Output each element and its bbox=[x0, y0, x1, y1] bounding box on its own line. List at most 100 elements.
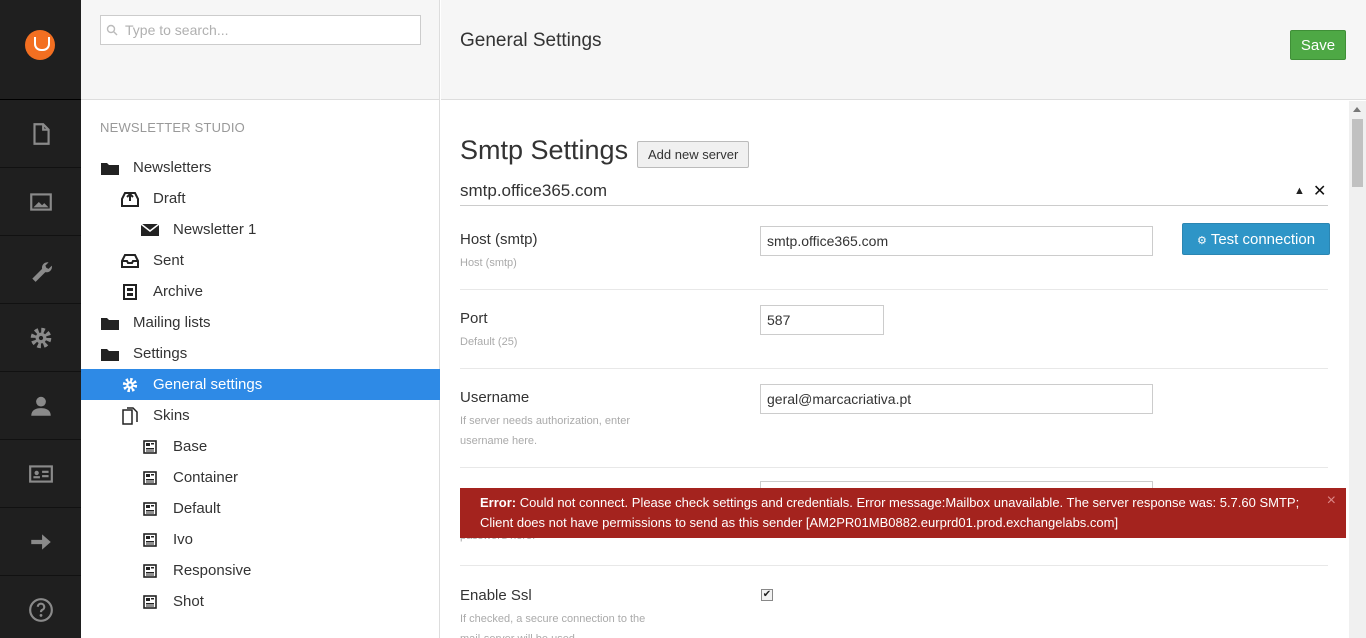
tree: Newsletters Draft Newsletter 1 Sent Arch… bbox=[81, 152, 440, 617]
inbox-icon bbox=[121, 252, 139, 270]
folder-icon bbox=[101, 345, 119, 363]
tree-node-settings[interactable]: Settings bbox=[81, 338, 440, 369]
server-header: smtp.office365.com ▲ ✕ bbox=[460, 179, 1328, 206]
tree-node-label: Settings bbox=[133, 345, 188, 362]
tree-node-skin-container[interactable]: Container bbox=[81, 462, 440, 493]
layout-icon bbox=[141, 500, 159, 518]
inbox-upload-icon bbox=[121, 190, 139, 208]
tree-node-label: Mailing lists bbox=[133, 314, 211, 331]
layout-icon bbox=[141, 438, 159, 456]
gear-icon bbox=[30, 327, 51, 348]
layout-icon bbox=[141, 593, 159, 611]
remove-server-icon[interactable]: ✕ bbox=[1313, 181, 1326, 201]
rail-members[interactable] bbox=[0, 440, 81, 508]
field-label: Port bbox=[460, 310, 488, 327]
collapse-up-icon[interactable]: ▲ bbox=[1294, 185, 1305, 197]
search-icon bbox=[106, 24, 118, 36]
search-area bbox=[81, 0, 439, 100]
scroll-up-arrow-icon[interactable] bbox=[1353, 107, 1361, 112]
scrollbar[interactable] bbox=[1349, 101, 1366, 638]
rail-media[interactable] bbox=[0, 168, 81, 236]
tree-node-skin-ivo[interactable]: Ivo bbox=[81, 524, 440, 555]
layout-icon bbox=[141, 469, 159, 487]
layout-icon bbox=[141, 531, 159, 549]
tree-node-label: Container bbox=[173, 469, 239, 486]
smtp-settings-title: Smtp Settings bbox=[460, 135, 629, 165]
error-message: Could not connect. Please check settings… bbox=[480, 495, 1300, 530]
rail-developer[interactable] bbox=[0, 304, 81, 372]
field-enable-ssl: Enable Ssl If checked, a secure connecti… bbox=[460, 587, 1328, 638]
tree-node-label: Newsletters bbox=[133, 159, 212, 176]
field-description: Default (25) bbox=[460, 336, 518, 348]
tree-node-archive[interactable]: Archive bbox=[81, 276, 440, 307]
enable-ssl-checkbox[interactable]: ✔ bbox=[761, 589, 773, 601]
scroll-thumb[interactable] bbox=[1352, 119, 1363, 187]
documents-icon bbox=[121, 406, 139, 425]
tree-node-label: Newsletter 1 bbox=[173, 221, 257, 238]
tree-node-label: Archive bbox=[153, 283, 204, 300]
tree-node-skins[interactable]: Skins bbox=[81, 400, 440, 431]
tree-node-skin-default[interactable]: Default bbox=[81, 493, 440, 524]
rail-forms[interactable] bbox=[0, 508, 81, 576]
tree-node-label: Draft bbox=[153, 190, 186, 207]
rail-help[interactable] bbox=[0, 576, 81, 638]
gears-icon: ⚙ bbox=[1196, 234, 1207, 247]
tree-node-skin-shot[interactable]: Shot bbox=[81, 586, 440, 617]
tree-node-label: Ivo bbox=[173, 531, 194, 548]
field-description: If server needs authorization, enter use… bbox=[460, 415, 630, 447]
search-box[interactable] bbox=[100, 15, 421, 45]
tree-node-sent[interactable]: Sent bbox=[81, 245, 440, 276]
id-card-icon bbox=[28, 464, 53, 483]
folder-icon bbox=[101, 159, 119, 177]
umbraco-logo[interactable] bbox=[0, 0, 81, 100]
field-label: Username bbox=[460, 389, 530, 406]
search-input[interactable] bbox=[125, 16, 415, 44]
tree-node-newsletter-1[interactable]: Newsletter 1 bbox=[81, 214, 440, 245]
field-description: If checked, a secure connection to the m… bbox=[460, 613, 646, 638]
app-rail bbox=[0, 0, 81, 638]
layout-icon bbox=[141, 562, 159, 580]
archive-icon bbox=[121, 283, 139, 301]
help-icon bbox=[28, 598, 53, 622]
folder-icon bbox=[101, 314, 119, 332]
error-prefix: Error: bbox=[480, 495, 517, 510]
settings-content: Smtp Settings Add new server smtp.office… bbox=[441, 101, 1366, 638]
tree-panel: NEWSLETTER STUDIO Newsletters Draft News… bbox=[81, 0, 440, 638]
tree-node-mailing-lists[interactable]: Mailing lists bbox=[81, 307, 440, 338]
tree-node-label: Default bbox=[173, 500, 221, 517]
error-notification: Error: Could not connect. Please check s… bbox=[460, 488, 1346, 538]
logo-icon bbox=[25, 30, 55, 60]
port-input[interactable] bbox=[760, 305, 884, 335]
tree-node-skin-responsive[interactable]: Responsive bbox=[81, 555, 440, 586]
field-description: Host (smtp) bbox=[460, 257, 517, 269]
tree-node-skin-base[interactable]: Base bbox=[81, 431, 440, 462]
field-label: Host (smtp) bbox=[460, 231, 538, 248]
rail-content[interactable] bbox=[0, 100, 81, 168]
tree-node-draft[interactable]: Draft bbox=[81, 183, 440, 214]
page-title: General Settings bbox=[460, 30, 602, 51]
tree-node-label: General settings bbox=[153, 376, 263, 393]
username-input[interactable] bbox=[760, 384, 1153, 414]
host-input[interactable] bbox=[760, 226, 1153, 256]
tree-node-label: Skins bbox=[153, 407, 190, 424]
tree-node-general-settings[interactable]: General settings bbox=[81, 369, 440, 400]
test-connection-label: Test connection bbox=[1210, 230, 1316, 248]
document-icon bbox=[32, 122, 50, 145]
add-new-server-button[interactable]: Add new server bbox=[637, 141, 750, 168]
save-button[interactable]: Save bbox=[1290, 30, 1346, 60]
editor-header: General Settings Save bbox=[441, 0, 1366, 100]
tree-node-label: Shot bbox=[173, 593, 204, 610]
tree-node-label: Responsive bbox=[173, 562, 252, 579]
rail-settings-wrench[interactable] bbox=[0, 236, 81, 304]
gear-icon bbox=[121, 376, 139, 394]
server-name: smtp.office365.com bbox=[460, 181, 608, 200]
field-label: Enable Ssl bbox=[460, 587, 532, 604]
tree-section-title: NEWSLETTER STUDIO bbox=[100, 120, 245, 135]
tree-node-label: Base bbox=[173, 438, 208, 455]
field-username: Username If server needs authorization, … bbox=[460, 384, 1328, 468]
close-icon[interactable]: × bbox=[1327, 491, 1336, 511]
tree-node-newsletters[interactable]: Newsletters bbox=[81, 152, 440, 183]
test-connection-button[interactable]: ⚙ Test connection bbox=[1182, 223, 1330, 255]
rail-users[interactable] bbox=[0, 372, 81, 440]
field-host: Host (smtp) Host (smtp) ⚙Test connection bbox=[460, 223, 1330, 290]
